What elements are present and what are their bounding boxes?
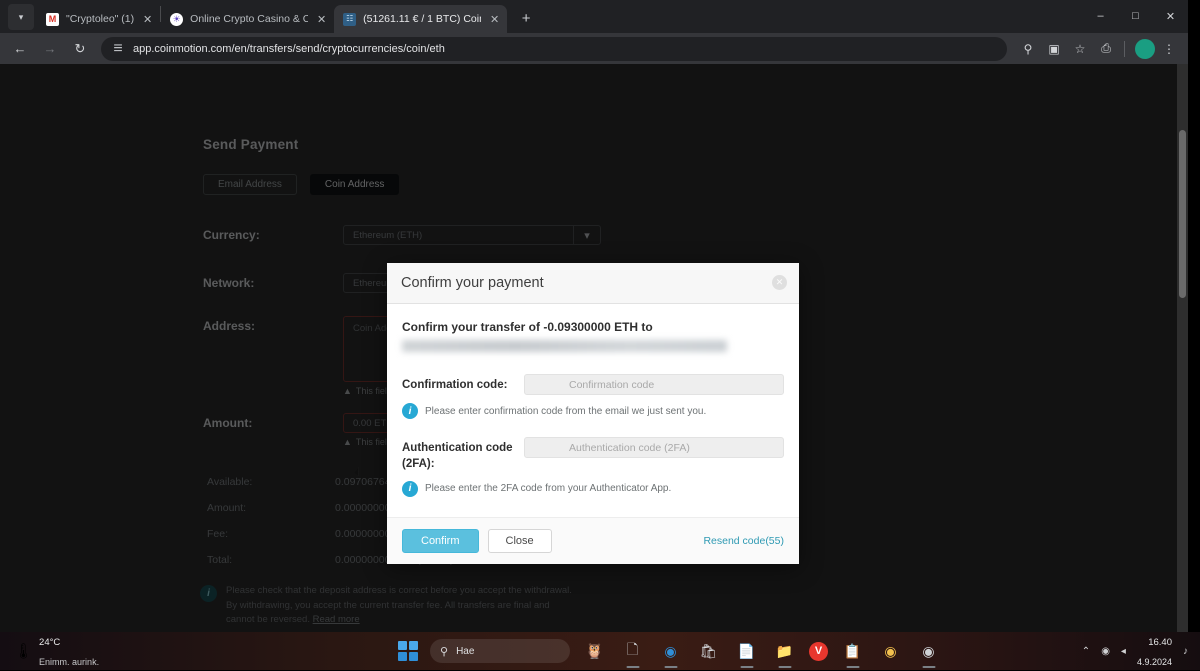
extensions-puzzle-icon[interactable]: ⎙ bbox=[1094, 37, 1118, 61]
edge-icon[interactable]: ◉ bbox=[657, 638, 684, 665]
tab-title: "Cryptoleo" (1) bbox=[66, 13, 134, 25]
auth-code-hint-text: Please enter the 2FA code from your Auth… bbox=[425, 483, 671, 494]
browser-menu-icon[interactable]: ⋮ bbox=[1157, 37, 1181, 61]
confirmation-code-label: Confirmation code: bbox=[402, 374, 524, 393]
page-scrollbar[interactable] bbox=[1177, 64, 1188, 632]
back-button[interactable]: ← bbox=[7, 36, 33, 62]
vivaldi-icon[interactable]: V bbox=[809, 642, 828, 661]
page-viewport: Send Payment Email Address Coin Address … bbox=[0, 64, 1188, 632]
system-tray: ⌃ ◉ ◂ 16.40 4.9.2024 ♪ bbox=[1082, 631, 1188, 671]
confirm-button[interactable]: Confirm bbox=[402, 529, 479, 553]
clock-date: 4.9.2024 bbox=[1137, 657, 1172, 667]
search-icon: ⚲ bbox=[440, 645, 448, 658]
close-icon[interactable]: ✕ bbox=[772, 275, 787, 290]
forward-button[interactable]: → bbox=[37, 36, 63, 62]
dialog-body: Confirm your transfer of -0.09300000 ETH… bbox=[387, 304, 799, 517]
confirmation-code-row: Confirmation code: Confirmation code bbox=[402, 374, 784, 395]
browser-tab-1[interactable]: M "Cryptoleo" (1) ✕ bbox=[37, 5, 160, 33]
volume-icon[interactable]: ◂ bbox=[1121, 646, 1126, 657]
address-bar-url: app.coinmotion.com/en/transfers/send/cry… bbox=[133, 43, 445, 55]
file-explorer-icon[interactable]: 📁 bbox=[771, 638, 798, 665]
taskbar-center: ⚲ Hae 🦉 🗋 ◉ 🛍 📄 📁 V 📋 ◉ ◉ bbox=[398, 638, 942, 665]
toolbar-divider bbox=[1124, 41, 1125, 57]
tray-overflow-icon[interactable]: ⌃ bbox=[1082, 646, 1090, 657]
confirm-payment-dialog: Confirm your payment ✕ Confirm your tran… bbox=[387, 263, 799, 564]
info-icon: i bbox=[402, 403, 418, 419]
tab-search-icon[interactable]: ▾ bbox=[8, 4, 34, 30]
clock-time: 16.40 bbox=[1148, 637, 1172, 648]
confirmation-code-hint-text: Please enter confirmation code from the … bbox=[425, 406, 706, 417]
tab-title: Online Crypto Casino & Cashb bbox=[190, 13, 308, 25]
windows-start-icon[interactable] bbox=[398, 641, 418, 661]
browser-window: ▾ M "Cryptoleo" (1) ✕ ☀ Online Crypto Ca… bbox=[0, 0, 1188, 632]
excel-icon[interactable]: 📋 bbox=[839, 638, 866, 665]
task-view-icon[interactable]: 🗋 bbox=[619, 638, 646, 665]
tab-close-icon[interactable]: ✕ bbox=[139, 11, 156, 28]
browser-tab-3[interactable]: ☷ (51261.11 € / 1 BTC) Coinmotio ✕ bbox=[334, 5, 507, 33]
taskbar-clock[interactable]: 16.40 4.9.2024 bbox=[1137, 631, 1172, 671]
weather-description: Enimm. aurink. bbox=[39, 657, 99, 667]
tab-title: (51261.11 € / 1 BTC) Coinmotio bbox=[363, 13, 481, 25]
confirm-transfer-text: Confirm your transfer of -0.09300000 ETH… bbox=[402, 320, 784, 334]
confirmation-code-input[interactable]: Confirmation code bbox=[524, 374, 784, 395]
auth-code-row: Authentication code (2FA): Authenticatio… bbox=[402, 437, 784, 473]
tab-close-icon[interactable]: ✕ bbox=[313, 11, 330, 28]
new-tab-button[interactable]: + bbox=[513, 5, 539, 31]
notification-bell-icon[interactable]: ♪ bbox=[1183, 646, 1188, 657]
auth-code-label: Authentication code (2FA): bbox=[402, 437, 524, 473]
window-controls: – □ ✕ bbox=[1083, 0, 1188, 32]
store-icon[interactable]: 🛍 bbox=[695, 638, 722, 665]
close-button[interactable]: Close bbox=[488, 529, 552, 553]
password-key-icon[interactable]: ⚲ bbox=[1016, 37, 1040, 61]
translate-icon[interactable]: ▣ bbox=[1042, 37, 1066, 61]
word-icon[interactable]: 📄 bbox=[733, 638, 760, 665]
browser-tab-2[interactable]: ☀ Online Crypto Casino & Cashb ✕ bbox=[161, 5, 334, 33]
windows-taskbar: 🌡 24°C Enimm. aurink. ⚲ Hae 🦉 🗋 ◉ 🛍 📄 📁 … bbox=[0, 632, 1200, 670]
weather-temperature: 24°C bbox=[39, 637, 60, 648]
dialog-title: Confirm your payment bbox=[401, 275, 544, 291]
minimize-button[interactable]: – bbox=[1083, 0, 1118, 32]
scrollbar-thumb[interactable] bbox=[1179, 130, 1186, 298]
chrome-secondary-icon[interactable]: ◉ bbox=[915, 638, 942, 665]
maximize-button[interactable]: □ bbox=[1118, 0, 1153, 32]
page-info-icon[interactable]: ≡ bbox=[111, 42, 125, 56]
auth-code-hint: i Please enter the 2FA code from your Au… bbox=[402, 481, 784, 497]
tab-strip: ▾ M "Cryptoleo" (1) ✕ ☀ Online Crypto Ca… bbox=[0, 0, 1188, 33]
resend-code-link[interactable]: Resend code(55) bbox=[703, 535, 784, 547]
auth-code-input[interactable]: Authentication code (2FA) bbox=[524, 437, 784, 458]
search-placeholder: Hae bbox=[456, 646, 474, 657]
dialog-footer: Confirm Close Resend code(55) bbox=[387, 517, 799, 564]
browser-toolbar: ← → ↻ ≡ app.coinmotion.com/en/transfers/… bbox=[0, 33, 1188, 64]
owl-widget-icon[interactable]: 🦉 bbox=[581, 638, 608, 665]
confirmation-code-hint: i Please enter confirmation code from th… bbox=[402, 403, 784, 419]
dialog-header: Confirm your payment ✕ bbox=[387, 263, 799, 304]
weather-icon: 🌡 bbox=[14, 642, 33, 660]
taskbar-search-input[interactable]: ⚲ Hae bbox=[430, 639, 570, 663]
coinmotion-icon: ☷ bbox=[343, 13, 356, 26]
info-icon: i bbox=[402, 481, 418, 497]
chrome-icon[interactable]: ◉ bbox=[877, 638, 904, 665]
redacted-address bbox=[402, 340, 727, 352]
network-icon[interactable]: ◉ bbox=[1101, 646, 1110, 657]
profile-avatar[interactable] bbox=[1135, 39, 1155, 59]
tab-close-icon[interactable]: ✕ bbox=[486, 11, 503, 28]
weather-widget[interactable]: 🌡 24°C Enimm. aurink. bbox=[14, 631, 194, 671]
bookmark-star-icon[interactable]: ☆ bbox=[1068, 37, 1092, 61]
gmail-icon: M bbox=[46, 13, 59, 26]
address-bar[interactable]: ≡ app.coinmotion.com/en/transfers/send/c… bbox=[101, 37, 1007, 61]
reload-button[interactable]: ↻ bbox=[67, 36, 93, 62]
casino-icon: ☀ bbox=[170, 13, 183, 26]
close-window-button[interactable]: ✕ bbox=[1153, 0, 1188, 32]
